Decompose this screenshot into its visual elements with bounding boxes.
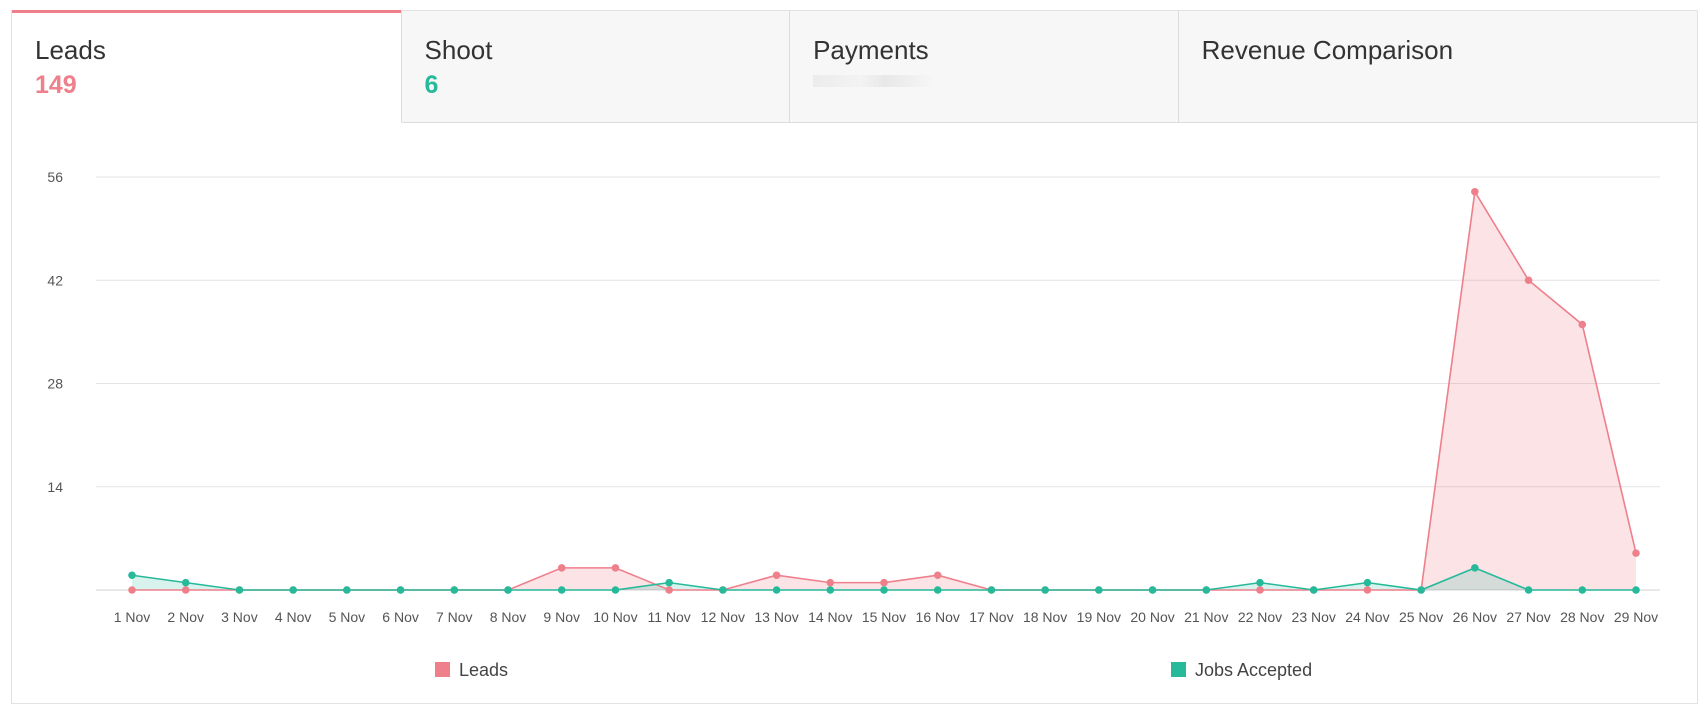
data-point-jobs-accepted <box>1417 586 1425 594</box>
x-tick-label: 12 Nov <box>701 609 745 625</box>
data-point-jobs-accepted <box>1041 586 1049 594</box>
x-tick-label: 15 Nov <box>862 609 906 625</box>
data-point-jobs-accepted <box>1148 586 1157 594</box>
x-tick-label: 27 Nov <box>1506 609 1550 625</box>
x-tick-label: 13 Nov <box>754 609 798 625</box>
data-point-jobs-accepted <box>1524 586 1533 594</box>
x-tick-label: 2 Nov <box>167 609 204 625</box>
data-point-jobs-accepted <box>719 586 727 594</box>
x-tick-label: 1 Nov <box>114 609 151 625</box>
data-point-leads <box>1524 276 1533 285</box>
data-point-jobs-accepted <box>396 586 405 594</box>
x-tick-label: 3 Nov <box>221 609 258 625</box>
y-tick-label: 56 <box>47 169 63 185</box>
x-tick-label: 20 Nov <box>1130 609 1174 625</box>
x-tick-label: 6 Nov <box>382 609 419 625</box>
x-tick-label: 19 Nov <box>1077 609 1121 625</box>
x-tick-label: 5 Nov <box>329 609 366 625</box>
data-point-jobs-accepted <box>1256 578 1264 587</box>
data-point-jobs-accepted <box>1202 586 1211 594</box>
y-tick-label: 28 <box>47 376 63 392</box>
data-point-jobs-accepted <box>880 586 888 594</box>
series-area-leads <box>132 191 1636 590</box>
x-tick-label: 17 Nov <box>969 609 1013 625</box>
data-point-leads <box>665 586 673 594</box>
x-tick-label: 10 Nov <box>593 609 637 625</box>
data-point-leads <box>181 586 190 594</box>
data-point-leads <box>1471 187 1479 196</box>
data-point-jobs-accepted <box>611 586 620 594</box>
data-point-jobs-accepted <box>450 586 459 594</box>
legend-swatch-jobs-accepted <box>1171 662 1186 677</box>
data-point-jobs-accepted <box>1632 586 1640 594</box>
data-point-jobs-accepted <box>289 586 297 594</box>
x-tick-label: 14 Nov <box>808 609 852 625</box>
data-point-jobs-accepted <box>557 586 566 594</box>
data-point-jobs-accepted <box>1578 586 1587 594</box>
data-point-leads <box>933 571 942 580</box>
legend-label-jobs-accepted: Jobs Accepted <box>1195 660 1312 680</box>
data-point-jobs-accepted <box>665 578 673 587</box>
data-point-jobs-accepted <box>1471 564 1479 572</box>
data-point-jobs-accepted <box>235 586 244 594</box>
data-point-leads <box>1363 586 1372 594</box>
x-tick-label: 11 Nov <box>647 609 690 625</box>
data-point-jobs-accepted <box>1095 586 1103 594</box>
x-tick-label: 25 Nov <box>1399 609 1443 625</box>
data-point-jobs-accepted <box>1309 586 1318 594</box>
x-tick-label: 21 Nov <box>1184 609 1228 625</box>
series-line-leads <box>132 189 1637 591</box>
x-tick-label: 22 Nov <box>1238 609 1282 625</box>
x-tick-label: 9 Nov <box>543 609 580 625</box>
y-tick-label: 14 <box>47 479 63 495</box>
data-point-leads <box>557 564 566 572</box>
data-point-jobs-accepted <box>826 586 835 594</box>
leads-line-chart: 14 28 42 56 1 Nov 2 Nov 3 Nov 4 Nov 5 Nov 6 Nov 7 … <box>47 169 1660 680</box>
x-tick-label: 24 Nov <box>1345 609 1389 625</box>
data-point-jobs-accepted <box>772 586 781 594</box>
data-point-leads <box>826 578 835 587</box>
data-point-jobs-accepted <box>504 586 512 594</box>
legend-swatch-leads <box>435 662 450 677</box>
data-point-jobs-accepted <box>933 586 942 594</box>
x-tick-label: 16 Nov <box>916 609 960 625</box>
data-point-jobs-accepted <box>128 571 136 580</box>
x-tick-label: 4 Nov <box>275 609 312 625</box>
x-tick-label: 18 Nov <box>1023 609 1067 625</box>
data-point-leads <box>611 564 620 572</box>
x-tick-label: 29 Nov <box>1614 609 1658 625</box>
data-point-jobs-accepted <box>987 586 996 594</box>
y-tick-label: 42 <box>47 272 63 288</box>
legend-label-leads: Leads <box>459 660 508 680</box>
data-point-jobs-accepted <box>181 578 190 587</box>
x-tick-label: 26 Nov <box>1453 609 1497 625</box>
x-tick-label: 28 Nov <box>1560 609 1604 625</box>
x-tick-label: 8 Nov <box>490 609 527 625</box>
x-tick-label: 23 Nov <box>1292 609 1336 625</box>
data-point-leads <box>880 578 888 587</box>
data-point-jobs-accepted <box>1363 578 1372 587</box>
data-point-leads <box>1578 320 1587 329</box>
x-tick-label: 7 Nov <box>436 609 473 625</box>
data-point-jobs-accepted <box>343 586 351 594</box>
data-point-leads <box>1632 549 1640 557</box>
data-point-leads <box>128 586 136 594</box>
data-point-leads <box>772 571 781 580</box>
data-point-leads <box>1256 586 1264 594</box>
